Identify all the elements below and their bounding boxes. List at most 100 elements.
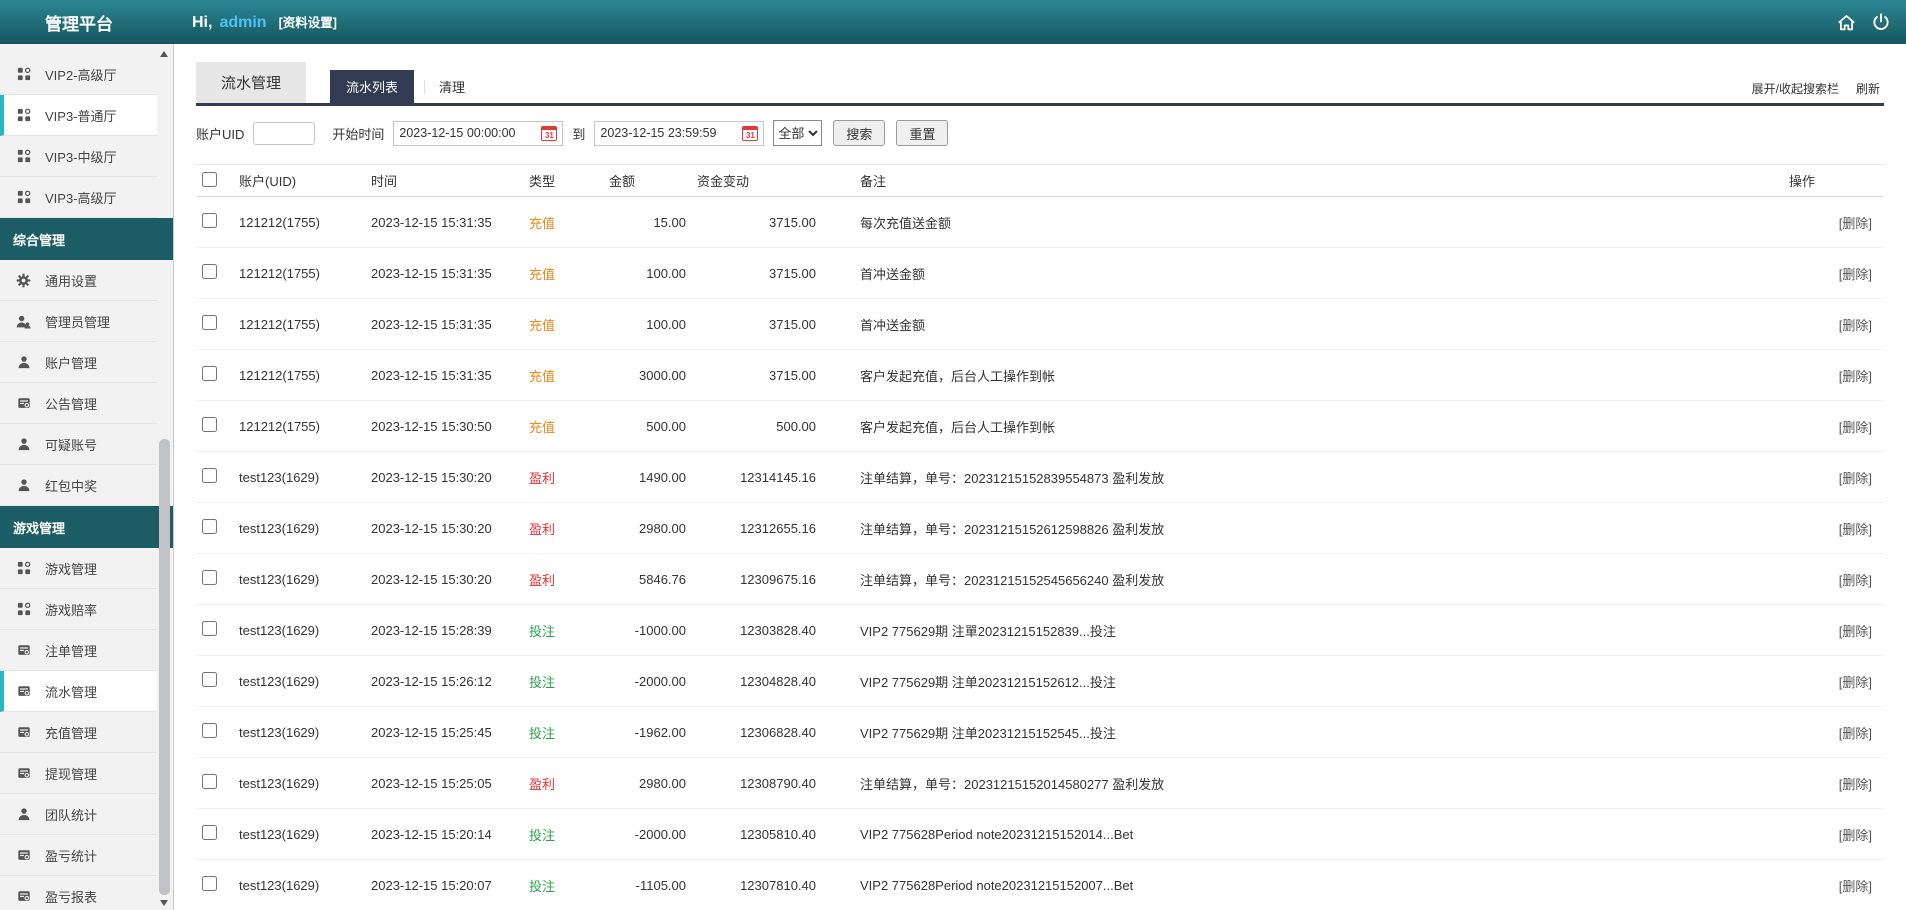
top-bar: 管理平台 Hi, admin [资料设置] bbox=[0, 0, 1906, 44]
scroll-down-icon[interactable] bbox=[160, 900, 168, 906]
type-select[interactable]: 全部 bbox=[773, 120, 822, 146]
row-checkbox[interactable] bbox=[202, 468, 217, 483]
sidebar-item-管理员管理[interactable]: 管理员管理 bbox=[0, 301, 157, 342]
row-checkbox[interactable] bbox=[202, 315, 217, 330]
delete-link[interactable]: [删除] bbox=[1839, 471, 1872, 486]
sidebar-item-账户管理[interactable]: 账户管理 bbox=[0, 342, 157, 383]
sidebar-item-通用设置[interactable]: 通用设置 bbox=[0, 260, 157, 301]
tab-flow-list[interactable]: 流水列表 bbox=[330, 70, 414, 103]
delete-link[interactable]: [删除] bbox=[1839, 318, 1872, 333]
header-action: 操作 bbox=[1788, 165, 1884, 197]
row-checkbox[interactable] bbox=[202, 825, 217, 840]
gear-icon bbox=[15, 272, 32, 288]
delete-link[interactable]: [删除] bbox=[1839, 879, 1872, 894]
delete-link[interactable]: [删除] bbox=[1839, 216, 1872, 231]
power-icon[interactable] bbox=[1872, 13, 1890, 31]
sidebar-item-VIP3-高级厅[interactable]: VIP3-高级厅 bbox=[0, 177, 157, 218]
row-checkbox[interactable] bbox=[202, 366, 217, 381]
scrollbar-thumb[interactable] bbox=[159, 439, 170, 895]
row-checkbox[interactable] bbox=[202, 774, 217, 789]
delete-link[interactable]: [删除] bbox=[1839, 675, 1872, 690]
home-icon[interactable] bbox=[1837, 13, 1856, 32]
delete-link[interactable]: [删除] bbox=[1839, 777, 1872, 792]
delete-link[interactable]: [删除] bbox=[1839, 726, 1872, 741]
calendar-icon[interactable] bbox=[541, 126, 557, 141]
sidebar-item-流水管理[interactable]: 流水管理 bbox=[0, 671, 157, 712]
sidebar-item-游戏赔率[interactable]: 游戏赔率 bbox=[0, 589, 157, 630]
sidebar-item-label: 注单管理 bbox=[45, 641, 97, 660]
select-all-checkbox[interactable] bbox=[202, 172, 217, 187]
table-row: 121212(1755) 2023-12-15 15:31:35 充值 15.0… bbox=[196, 197, 1884, 248]
row-checkbox[interactable] bbox=[202, 264, 217, 279]
amount-cell: -1962.00 bbox=[608, 707, 696, 758]
row-checkbox[interactable] bbox=[202, 570, 217, 585]
tab-cleanup[interactable]: 清理 bbox=[435, 70, 469, 103]
sidebar-item-盈亏统计[interactable]: 盈亏统计 bbox=[0, 835, 157, 876]
amount-cell: -1105.00 bbox=[608, 860, 696, 910]
refresh-link[interactable]: 刷新 bbox=[1856, 80, 1880, 97]
table-row: 121212(1755) 2023-12-15 15:31:35 充值 100.… bbox=[196, 248, 1884, 299]
row-checkbox[interactable] bbox=[202, 417, 217, 432]
tab-flow-management[interactable]: 流水管理 bbox=[196, 62, 306, 103]
sidebar-item-VIP3-普通厅[interactable]: VIP3-普通厅 bbox=[0, 95, 157, 136]
calendar-icon[interactable] bbox=[742, 126, 758, 141]
sidebar-section-综合管理: 综合管理 bbox=[0, 218, 173, 260]
sidebar-item-label: VIP3-中级厅 bbox=[45, 147, 117, 166]
sidebar-item-提现管理[interactable]: 提现管理 bbox=[0, 753, 157, 794]
sidebar-item-团队统计[interactable]: 团队统计 bbox=[0, 794, 157, 835]
sidebar-item-游戏管理[interactable]: 游戏管理 bbox=[0, 548, 157, 589]
table-row: 121212(1755) 2023-12-15 15:30:50 充值 500.… bbox=[196, 401, 1884, 452]
row-checkbox[interactable] bbox=[202, 213, 217, 228]
doc-gear-icon bbox=[15, 683, 32, 699]
time-cell: 2023-12-15 15:30:20 bbox=[370, 503, 528, 554]
amount-cell: 2980.00 bbox=[608, 503, 696, 554]
time-cell: 2023-12-15 15:31:35 bbox=[370, 299, 528, 350]
type-cell: 充值 bbox=[528, 299, 608, 350]
delete-link[interactable]: [删除] bbox=[1839, 369, 1872, 384]
remark-cell: VIP2 775628Period note20231215152014...B… bbox=[826, 809, 1788, 860]
row-checkbox[interactable] bbox=[202, 519, 217, 534]
table-row: 121212(1755) 2023-12-15 15:31:35 充值 100.… bbox=[196, 299, 1884, 350]
time-cell: 2023-12-15 15:30:50 bbox=[370, 401, 528, 452]
type-cell: 投注 bbox=[528, 656, 608, 707]
sidebar-item-VIP2-高级厅[interactable]: VIP2-高级厅 bbox=[0, 54, 157, 95]
sub-tabs: 流水列表 清理 bbox=[330, 70, 469, 103]
table-row: test123(1629) 2023-12-15 15:26:12 投注 -20… bbox=[196, 656, 1884, 707]
search-button[interactable]: 搜索 bbox=[833, 120, 885, 146]
scroll-up-icon[interactable] bbox=[160, 51, 168, 57]
delete-link[interactable]: [删除] bbox=[1839, 828, 1872, 843]
delete-link[interactable]: [删除] bbox=[1839, 624, 1872, 639]
row-checkbox[interactable] bbox=[202, 876, 217, 891]
sidebar-item-VIP3-中级厅[interactable]: VIP3-中级厅 bbox=[0, 136, 157, 177]
sidebar-item-红包中奖[interactable]: 红包中奖 bbox=[0, 465, 157, 506]
profile-settings-link[interactable]: [资料设置] bbox=[279, 12, 337, 31]
start-time-input[interactable]: 2023-12-15 00:00:00 bbox=[393, 121, 563, 146]
sidebar-item-注单管理[interactable]: 注单管理 bbox=[0, 630, 157, 671]
sidebar-item-可疑账号[interactable]: 可疑账号 bbox=[0, 424, 157, 465]
row-checkbox[interactable] bbox=[202, 672, 217, 687]
end-time-input[interactable]: 2023-12-15 23:59:59 bbox=[594, 121, 764, 146]
doc-gear-icon bbox=[15, 642, 32, 658]
uid-label: 账户UID bbox=[196, 124, 244, 143]
reset-button[interactable]: 重置 bbox=[896, 120, 948, 146]
header-balance: 资金变动 bbox=[696, 165, 826, 197]
table-row: test123(1629) 2023-12-15 15:25:45 投注 -19… bbox=[196, 707, 1884, 758]
sidebar-item-label: VIP3-普通厅 bbox=[45, 106, 117, 125]
row-checkbox[interactable] bbox=[202, 621, 217, 636]
sidebar-scrollbar[interactable] bbox=[157, 44, 172, 910]
toggle-search-bar-link[interactable]: 展开/收起搜索栏 bbox=[1752, 80, 1839, 97]
delete-link[interactable]: [删除] bbox=[1839, 420, 1872, 435]
sidebar-item-盈亏报表[interactable]: 盈亏报表 bbox=[0, 876, 157, 910]
delete-link[interactable]: [删除] bbox=[1839, 573, 1872, 588]
row-checkbox[interactable] bbox=[202, 723, 217, 738]
sidebar-item-充值管理[interactable]: 充值管理 bbox=[0, 712, 157, 753]
balance-cell: 12312655.16 bbox=[696, 503, 826, 554]
sidebar-item-公告管理[interactable]: 公告管理 bbox=[0, 383, 157, 424]
delete-link[interactable]: [删除] bbox=[1839, 267, 1872, 282]
account-cell: 121212(1755) bbox=[238, 350, 370, 401]
balance-cell: 12314145.16 bbox=[696, 452, 826, 503]
balance-cell: 3715.00 bbox=[696, 248, 826, 299]
delete-link[interactable]: [删除] bbox=[1839, 522, 1872, 537]
uid-input[interactable] bbox=[253, 122, 315, 145]
account-cell: test123(1629) bbox=[238, 554, 370, 605]
